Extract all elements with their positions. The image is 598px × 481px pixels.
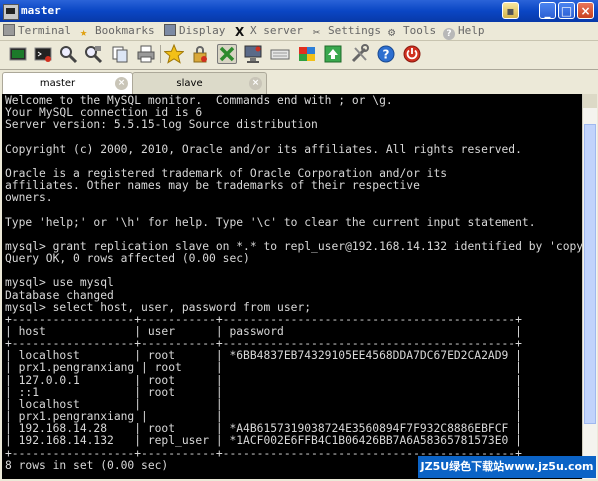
tools-icon: ⚙ (388, 25, 396, 39)
terminal-line: 8 rows in set (0.00 sec) (5, 458, 169, 472)
scroll-up-icon[interactable] (583, 94, 597, 108)
upload-icon[interactable] (323, 44, 343, 64)
title-bar: master ▪ _ □ × (0, 0, 598, 22)
tab-bar: master × slave × (0, 70, 598, 94)
terminal-line: Copyright (c) 2000, 2010, Oracle and/or … (5, 142, 522, 156)
watermark: JZ5U绿色下载站www.jz5u.com (418, 456, 596, 478)
tab-close-icon[interactable]: × (115, 77, 128, 90)
terminal-line: | prx1.pengranxiang | | | (5, 410, 522, 424)
terminal-line: mysql> use mysql (5, 276, 114, 290)
display-monitor-icon[interactable] (243, 44, 263, 64)
minimize-button[interactable]: _ (539, 2, 556, 19)
tab-close-icon[interactable]: × (249, 77, 262, 90)
bookmark-icon: ★ (80, 25, 88, 39)
menu-tools[interactable]: ⚙ Tools (388, 24, 436, 38)
terminal-line: | 127.0.0.1 | root | | (5, 373, 522, 387)
terminal-output[interactable]: Welcome to the MySQL monitor. Commands e… (2, 94, 582, 479)
display-icon (164, 24, 176, 36)
terminal-line: +------------------+-----------+--------… (5, 337, 522, 351)
terminal-line: Your MySQL connection id is 6 (5, 106, 203, 120)
menu-x-server[interactable]: XX server (235, 24, 303, 38)
new-terminal-icon[interactable] (33, 44, 53, 64)
terminal-line: | localhost | | | (5, 397, 522, 411)
toolbar-separator (160, 45, 161, 63)
keyboard-icon[interactable] (270, 44, 290, 64)
toolbar: ? (0, 41, 598, 70)
new-session-icon[interactable] (8, 44, 28, 64)
terminal-icon (3, 24, 15, 36)
terminal-line: | ::1 | root | | (5, 385, 522, 399)
color-palette-icon[interactable] (297, 44, 317, 64)
menu-settings[interactable]: ✂ Settings (313, 24, 381, 38)
terminal-scrollbar[interactable] (582, 94, 597, 479)
tab-label: master (39, 78, 76, 89)
terminal-line: Server version: 5.5.15-log Source distri… (5, 118, 318, 132)
terminal-line: | prx1.pengranxiang | root | | (5, 361, 522, 375)
window-title: master (21, 4, 61, 17)
menu-display[interactable]: Display (164, 24, 225, 37)
terminal-text: Welcome to the MySQL monitor. Commands e… (5, 94, 582, 472)
find-icon[interactable] (83, 44, 103, 64)
bookmark-star-icon[interactable] (163, 43, 185, 64)
lock-icon[interactable] (190, 44, 210, 64)
tab-label: slave (176, 78, 203, 89)
menu-help[interactable]: ? Help (443, 24, 485, 40)
terminal-line: affiliates. Other names may be trademark… (5, 179, 420, 193)
terminal-line: Database changed (5, 288, 114, 302)
power-icon[interactable] (402, 44, 422, 64)
terminal-line: Welcome to the MySQL monitor. Commands e… (5, 94, 393, 107)
terminal-line: | host | user | password | (5, 324, 522, 338)
terminal-line: | localhost | root | *6BB4837EB74329105E… (5, 349, 522, 363)
tab-slave[interactable]: slave × (132, 72, 267, 94)
settings-tools-icon[interactable] (350, 44, 370, 64)
copy-icon[interactable] (110, 44, 130, 64)
terminal-line: Oracle is a registered trademark of Orac… (5, 166, 448, 180)
settings-icon: ✂ (313, 25, 321, 39)
terminal-line: mysql> grant replication slave on *.* to… (5, 239, 582, 253)
terminal-line: mysql> select host, user, password from … (5, 300, 312, 314)
menu-terminal[interactable]: Terminal (3, 24, 71, 37)
app-icon (3, 4, 19, 20)
help-icon[interactable]: ? (376, 44, 396, 64)
terminal-line: | 192.168.14.28 | root | *A4B61573190387… (5, 422, 522, 436)
search-icon[interactable] (58, 44, 78, 64)
x-server-icon[interactable] (217, 44, 237, 64)
terminal-line: | 192.168.14.132 | repl_user | *1ACF002E… (5, 434, 522, 448)
scroll-thumb[interactable] (584, 124, 596, 424)
help-icon: ? (443, 28, 455, 40)
maximize-button[interactable]: □ (558, 2, 575, 19)
window-extra-button[interactable]: ▪ (502, 2, 519, 19)
menu-bookmarks[interactable]: ★ Bookmarks (80, 24, 155, 38)
terminal-line: owners. (5, 191, 53, 205)
close-button[interactable]: × (577, 2, 594, 19)
x-icon: X (235, 25, 245, 39)
tab-master[interactable]: master × (2, 72, 133, 94)
menu-bar: Terminal ★ Bookmarks Display XX server ✂ S… (0, 22, 598, 41)
terminal-line: Query OK, 0 rows affected (0.00 sec) (5, 252, 250, 266)
print-icon[interactable] (136, 44, 156, 64)
terminal-line: Type 'help;' or '\h' for help. Type '\c'… (5, 215, 536, 229)
svg-text:?: ? (383, 48, 390, 62)
terminal-line: +------------------+-----------+--------… (5, 312, 522, 326)
